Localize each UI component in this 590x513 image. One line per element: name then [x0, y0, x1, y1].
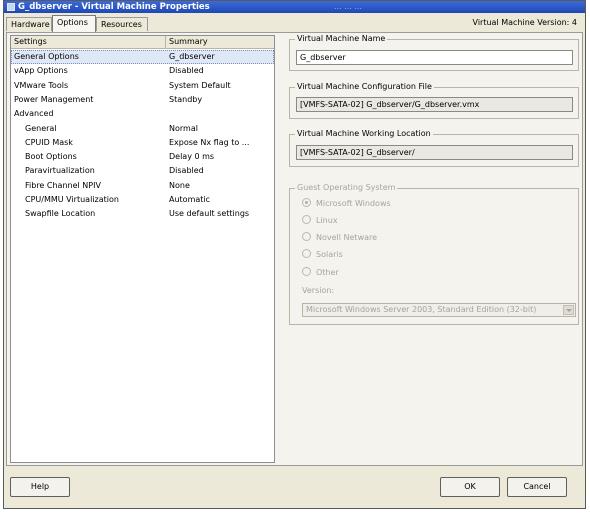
settings-row[interactable]: General Normal [11, 122, 274, 136]
setting-name: CPU/MMU Virtualization [25, 195, 119, 204]
radio-novell-netware[interactable]: Novell Netware [302, 232, 377, 244]
options-panel: Settings Summary General Options G_dbserv… [6, 32, 583, 466]
setting-name: General Options [14, 52, 79, 61]
vm-name-label: Virtual Machine Name [295, 34, 388, 43]
title-ghost-text: ... ... ... [334, 2, 362, 11]
setting-name: General [25, 123, 57, 133]
radio-label: Other [316, 268, 339, 277]
setting-name: Fibre Channel NPIV [25, 180, 101, 190]
setting-summary: Automatic [169, 195, 211, 204]
radio-label: Microsoft Windows [316, 199, 391, 208]
guest-os-group: Guest Operating System Microsoft Windows… [289, 183, 579, 325]
setting-summary: Normal [169, 123, 198, 133]
settings-row[interactable]: Swapfile Location Use default settings [11, 207, 274, 221]
settings-row[interactable]: Fibre Channel NPIV None [11, 179, 274, 193]
setting-summary: System Default [169, 80, 231, 90]
config-file-label: Virtual Machine Configuration File [295, 82, 434, 91]
settings-row[interactable]: vApp Options Disabled [11, 64, 274, 78]
ok-button[interactable]: OK [440, 477, 500, 497]
vm-name-input[interactable]: G_dbserver [296, 50, 573, 65]
radio-label: Solaris [316, 250, 343, 259]
cancel-button[interactable]: Cancel [507, 477, 567, 497]
tab-resources[interactable]: Resources [96, 17, 148, 31]
vm-version-label: Virtual Machine Version: 4 [472, 18, 577, 27]
radio-button-icon [302, 249, 311, 258]
settings-row[interactable]: Paravirtualization Disabled [11, 164, 274, 178]
guest-os-label: Guest Operating System [295, 183, 398, 192]
settings-row[interactable]: Advanced [11, 107, 274, 121]
setting-name: Power Management [14, 94, 94, 104]
settings-row[interactable]: CPU/MMU Virtualization Automatic [11, 193, 274, 207]
setting-summary: G_dbserver [169, 52, 215, 61]
config-file-field: [VMFS-SATA-02] G_dbserver/G_dbserver.vmx [296, 97, 573, 112]
column-header-summary[interactable]: Summary [166, 36, 274, 49]
radio-solaris[interactable]: Solaris [302, 249, 343, 261]
window-title: G_dbserver - Virtual Machine Properties [18, 2, 210, 12]
os-version-select[interactable]: Microsoft Windows Server 2003, Standard … [302, 303, 576, 317]
settings-list: Settings Summary General Options G_dbserv… [10, 35, 275, 463]
os-version-value: Microsoft Windows Server 2003, Standard … [306, 305, 537, 314]
version-label: Version: [302, 286, 335, 295]
title-bar[interactable]: G_dbserver - Virtual Machine Properties … [4, 1, 585, 13]
setting-summary: None [169, 180, 190, 190]
radio-button-icon [302, 267, 311, 276]
setting-summary: Standby [169, 94, 203, 104]
tab-hardware[interactable]: Hardware [6, 17, 52, 31]
setting-name: vApp Options [14, 66, 68, 76]
radio-other[interactable]: Other [302, 267, 339, 279]
setting-name: VMware Tools [14, 80, 69, 90]
setting-summary: Use default settings [169, 209, 250, 219]
setting-summary: Expose Nx flag to ... [169, 137, 250, 147]
vm-name-group: Virtual Machine Name G_dbserver [289, 34, 579, 71]
radio-button-icon [302, 232, 311, 241]
radio-label: Linux [316, 216, 338, 225]
dropdown-arrow-icon[interactable] [563, 305, 574, 315]
radio-linux[interactable]: Linux [302, 215, 338, 227]
settings-row[interactable]: Boot Options Delay 0 ms [11, 150, 274, 164]
config-file-group: Virtual Machine Configuration File [VMFS… [289, 82, 579, 119]
setting-name: Boot Options [25, 152, 77, 162]
settings-row[interactable]: General Options G_dbserver [11, 50, 274, 64]
radio-label: Novell Netware [316, 233, 378, 242]
setting-name: Advanced [14, 109, 54, 119]
working-location-group: Virtual Machine Working Location [VMFS-S… [289, 129, 579, 167]
working-location-field: [VMFS-SATA-02] G_dbserver/ [296, 145, 573, 160]
setting-summary: Disabled [169, 66, 204, 76]
setting-summary: Delay 0 ms [169, 152, 215, 162]
column-header-settings[interactable]: Settings [11, 36, 166, 49]
radio-button-icon [302, 198, 311, 207]
tab-options[interactable]: Options [52, 15, 96, 32]
settings-row[interactable]: CPUID Mask Expose Nx flag to ... [11, 136, 274, 150]
help-button[interactable]: Help [10, 477, 70, 497]
settings-row[interactable]: VMware Tools System Default [11, 79, 274, 93]
general-options-pane: Virtual Machine Name G_dbserver Virtual … [285, 34, 579, 463]
properties-window: G_dbserver - Virtual Machine Properties … [3, 0, 586, 509]
radio-button-icon [302, 215, 311, 224]
vm-icon [7, 3, 15, 11]
radio-microsoft-windows[interactable]: Microsoft Windows [302, 198, 391, 210]
settings-row[interactable]: Power Management Standby [11, 93, 274, 107]
setting-name: Swapfile Location [25, 209, 96, 219]
setting-summary: Disabled [169, 166, 204, 176]
setting-name: CPUID Mask [25, 137, 73, 147]
setting-name: Paravirtualization [25, 166, 95, 176]
working-location-label: Virtual Machine Working Location [295, 129, 433, 138]
